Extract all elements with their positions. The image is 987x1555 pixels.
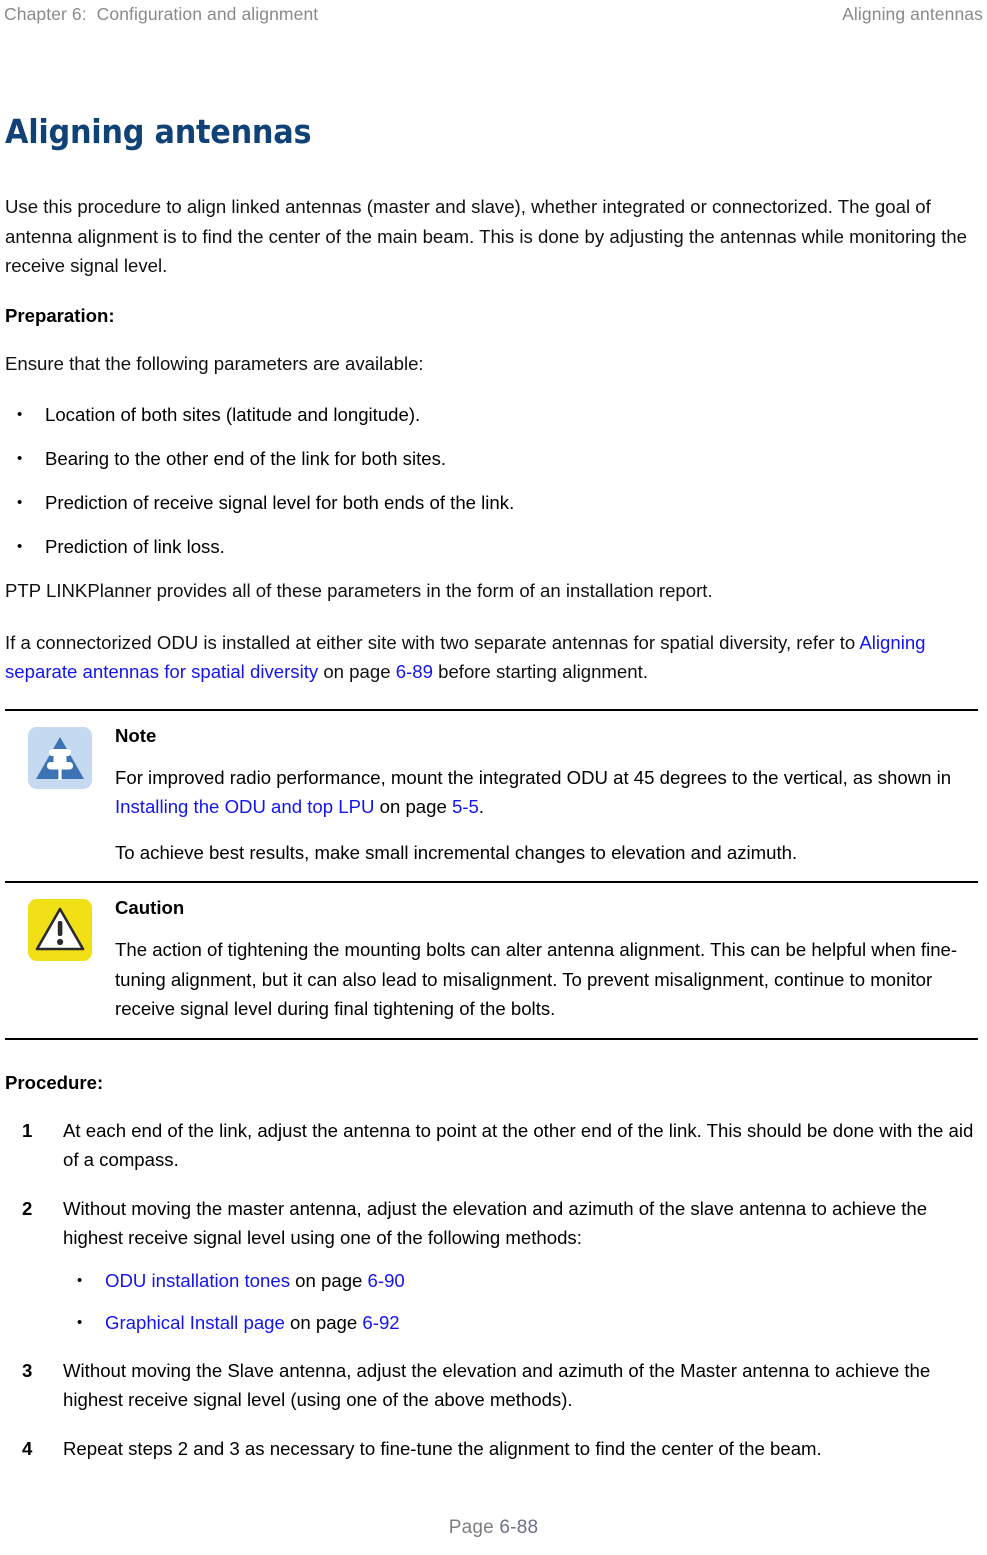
list-item-label: Location of both sites (latitude and lon… xyxy=(45,404,421,425)
list-item: • ODU installation tones on page 6-90 xyxy=(63,1266,978,1295)
list-item: • Location of both sites (latitude and l… xyxy=(5,400,978,429)
note-body: Note For improved radio performance, mou… xyxy=(115,723,978,868)
spatial-diversity-text-mid: on page xyxy=(318,661,396,682)
step-number: 2 xyxy=(22,1197,33,1219)
linkplanner-paragraph: PTP LINKPlanner provides all of these pa… xyxy=(5,580,713,601)
note-pushpin-triangle-icon xyxy=(28,726,92,789)
spatial-diversity-text-before: If a connectorized ODU is installed at e… xyxy=(5,631,860,653)
list-item-label: Prediction of link loss. xyxy=(45,536,225,557)
spatial-diversity-text-after: before starting alignment. xyxy=(432,661,648,682)
sub-bullet-mid: on page xyxy=(284,1311,363,1333)
running-header-section: Aligning antennas xyxy=(842,4,983,24)
procedure-step-list: 1 At each end of the link, adjust the an… xyxy=(5,1116,978,1464)
note-icon-cell xyxy=(5,723,115,789)
list-item: • Prediction of link loss. xyxy=(5,532,978,561)
list-item: • Prediction of receive signal level for… xyxy=(5,488,978,517)
note-text-mid: on page xyxy=(374,796,452,817)
running-header: Chapter 6: Configuration and alignment A… xyxy=(0,0,987,34)
bullet-icon: • xyxy=(17,538,23,555)
step-number: 4 xyxy=(22,1437,33,1459)
footer-page-number: 6-88 xyxy=(499,1517,539,1538)
procedure-step: 2 Without moving the master antenna, adj… xyxy=(5,1194,978,1337)
step-text: Without moving the Slave antenna, adjust… xyxy=(63,1359,931,1411)
procedure-step: 4 Repeat steps 2 and 3 as necessary to f… xyxy=(5,1434,978,1464)
step-number: 3 xyxy=(22,1359,33,1381)
admonition-group: Note For improved radio performance, mou… xyxy=(5,708,978,1040)
preparation-bullet-list: • Location of both sites (latitude and l… xyxy=(5,400,978,561)
sub-bullet-mid: on page xyxy=(290,1269,368,1291)
note-title: Note xyxy=(115,724,157,746)
caution-paragraph-1: The action of tightening the mounting bo… xyxy=(115,939,958,1019)
bullet-icon: • xyxy=(77,1271,83,1289)
bullet-icon: • xyxy=(17,450,23,467)
page-footer: Page 6-88 xyxy=(0,1517,987,1539)
running-header-chapter: Chapter 6: Configuration and alignment xyxy=(4,4,319,24)
note-admonition: Note For improved radio performance, mou… xyxy=(5,711,978,882)
procedure-step: 3 Without moving the Slave antenna, adju… xyxy=(5,1356,978,1415)
caution-title: Caution xyxy=(115,897,185,918)
step-number: 1 xyxy=(22,1119,33,1141)
step-text: Repeat steps 2 and 3 as necessary to fin… xyxy=(63,1437,822,1459)
link-installing-the-odu-and-top-lpu[interactable]: Installing the ODU and top LPU xyxy=(115,796,374,817)
caution-warning-triangle-icon xyxy=(28,899,92,961)
footer-label: Page xyxy=(448,1517,500,1538)
preparation-heading: Preparation: xyxy=(5,304,115,326)
bullet-icon: • xyxy=(17,494,23,511)
note-paragraph-2: To achieve best results, make small incr… xyxy=(115,841,798,863)
page-content: Aligning antennas Use this procedure to … xyxy=(5,112,978,1482)
page-title: Aligning antennas xyxy=(5,112,312,151)
pageref-6-92[interactable]: 6-92 xyxy=(362,1312,399,1333)
note-text-before: For improved radio performance, mount th… xyxy=(115,766,952,788)
procedure-step: 1 At each end of the link, adjust the an… xyxy=(5,1116,978,1175)
spatial-diversity-paragraph: If a connectorized ODU is installed at e… xyxy=(5,628,978,687)
caution-icon-cell xyxy=(5,895,115,961)
step-text: Without moving the master antenna, adjus… xyxy=(63,1197,928,1249)
intro-paragraph: Use this procedure to align linked anten… xyxy=(5,196,967,276)
pageref-6-89[interactable]: 6-89 xyxy=(396,661,433,682)
step-text: At each end of the link, adjust the ante… xyxy=(63,1119,974,1171)
link-graphical-install-page[interactable]: Graphical Install page xyxy=(105,1312,285,1333)
note-text-after: . xyxy=(478,796,485,817)
link-odu-installation-tones[interactable]: ODU installation tones xyxy=(105,1270,290,1291)
bullet-icon: • xyxy=(77,1313,83,1331)
preparation-lead: Ensure that the following parameters are… xyxy=(5,352,424,374)
list-item: • Graphical Install page on page 6-92 xyxy=(63,1308,978,1337)
caution-admonition: Caution The action of tightening the mou… xyxy=(5,881,978,1038)
step-2-method-list: • ODU installation tones on page 6-90 • Gr… xyxy=(63,1266,978,1337)
pageref-6-90[interactable]: 6-90 xyxy=(368,1270,405,1291)
list-item-label: Prediction of receive signal level for b… xyxy=(45,492,515,513)
pageref-5-5[interactable]: 5-5 xyxy=(452,796,479,817)
caution-body: Caution The action of tightening the mou… xyxy=(115,895,978,1024)
note-paragraph-1: For improved radio performance, mount th… xyxy=(115,763,972,822)
procedure-heading: Procedure: xyxy=(5,1071,104,1093)
bullet-icon: • xyxy=(17,406,23,423)
document-page: Chapter 6: Configuration and alignment A… xyxy=(0,0,987,1555)
list-item-label: Bearing to the other end of the link for… xyxy=(45,448,447,469)
list-item: • Bearing to the other end of the link f… xyxy=(5,444,978,473)
